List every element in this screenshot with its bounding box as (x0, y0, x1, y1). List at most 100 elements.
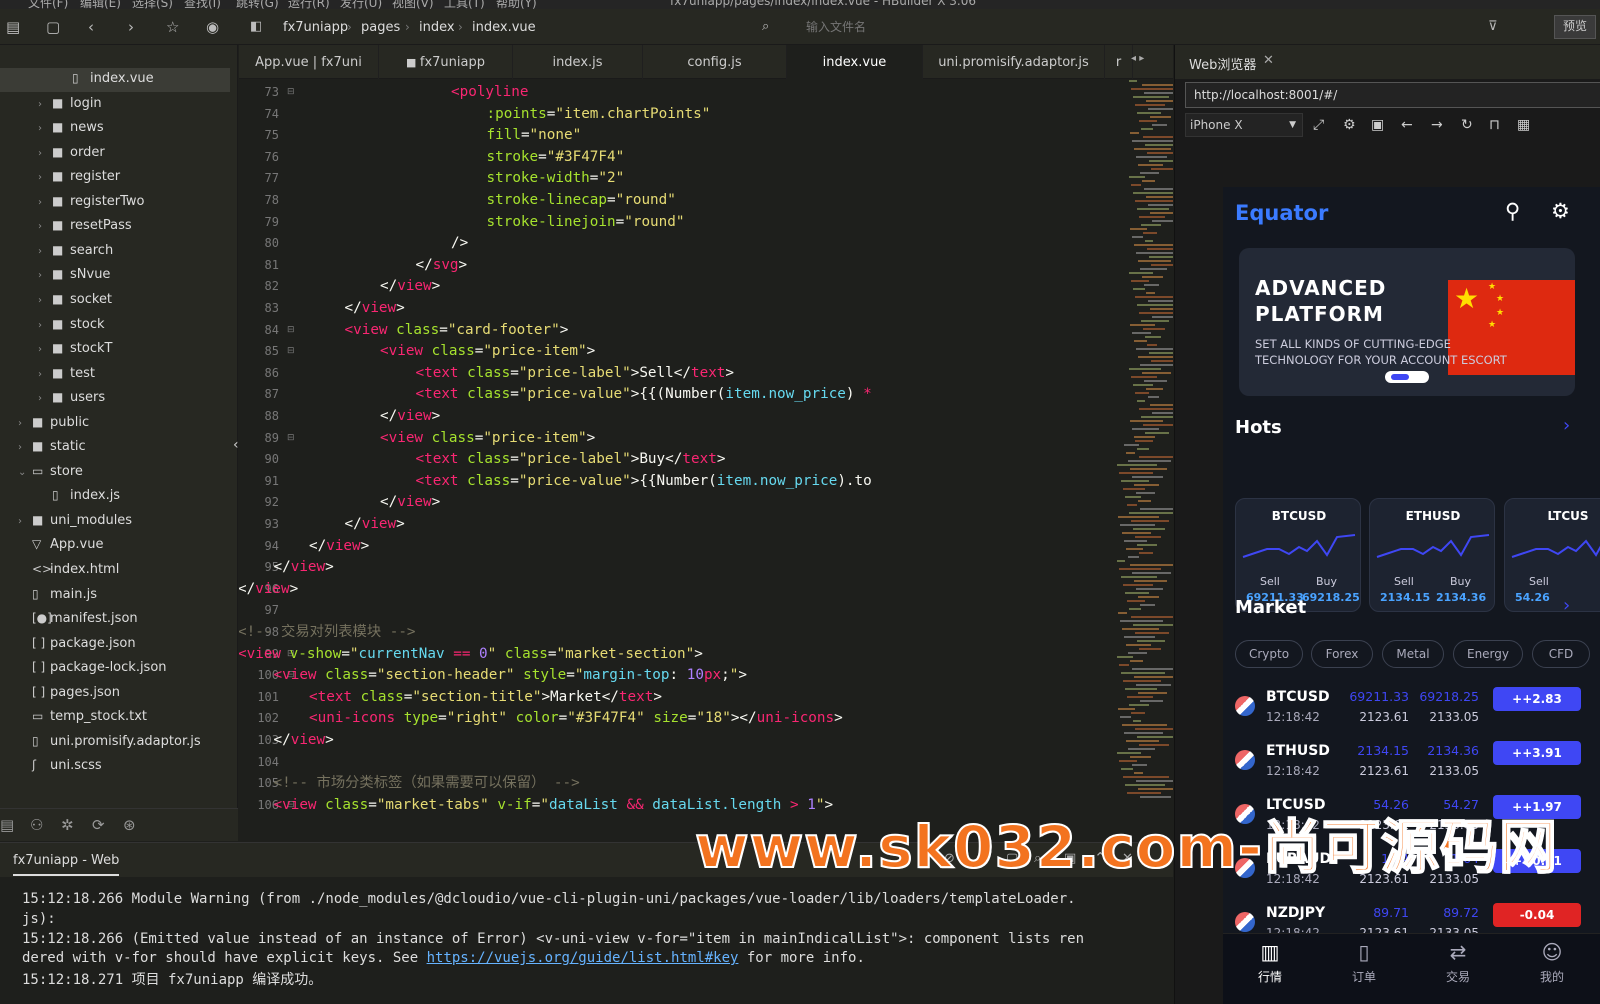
rotate-icon[interactable]: ⤢ (1313, 117, 1324, 133)
tree-item[interactable]: › ■ register (38, 164, 120, 188)
chevron-right-icon[interactable]: › (38, 363, 52, 387)
plugin-icon[interactable]: ⊛ (123, 816, 136, 834)
tree-item[interactable]: ▭ temp_stock.txt (18, 704, 147, 728)
tree-item[interactable]: ⌄ ▭ store (18, 459, 83, 483)
tree-item[interactable]: ▯ index.js (38, 483, 120, 507)
web-browser-tab[interactable]: Web浏览器 ✕ (1175, 45, 1600, 79)
menu-item[interactable]: 视图(V) (392, 0, 434, 9)
forward-icon[interactable]: → (1431, 117, 1443, 133)
console-link[interactable]: https://vuejs.org/guide/list.html#key (427, 950, 739, 966)
back-icon[interactable]: ‹ (88, 18, 94, 36)
tree-item[interactable]: › ■ stockT (38, 336, 112, 360)
lock-icon[interactable]: ⊓ (1489, 117, 1500, 133)
chevron-right-icon[interactable]: › (38, 264, 52, 288)
chevron-right-icon[interactable]: › (38, 142, 52, 166)
nav-quotes[interactable]: ▥ 行情 (1223, 934, 1317, 1004)
chevron-right-icon[interactable]: › (38, 117, 52, 141)
market-tab[interactable]: Crypto (1235, 640, 1303, 668)
chevron-down-icon[interactable]: ⌄ (18, 461, 32, 485)
chevron-right-icon[interactable]: › (38, 93, 52, 117)
market-tab[interactable]: Forex (1311, 640, 1373, 668)
market-tab[interactable]: Metal (1382, 640, 1444, 668)
console-tab[interactable]: fx7uniapp - Web (13, 853, 120, 876)
editor-tab[interactable]: index.js (513, 45, 643, 79)
chevron-right-icon[interactable]: › (38, 191, 52, 215)
settings-icon[interactable]: ⚙ (1343, 117, 1356, 133)
forward-icon[interactable]: › (128, 18, 134, 36)
breadcrumb-item[interactable]: pages (361, 20, 400, 35)
editor-tab[interactable]: App.vue | fx7uni (239, 45, 379, 79)
market-tab[interactable]: Energy (1453, 640, 1523, 668)
device-select[interactable]: iPhone X ▼ (1185, 113, 1303, 137)
project-manager-icon[interactable]: ▤ (0, 816, 14, 834)
editor-tab[interactable]: r (1105, 45, 1133, 79)
tab-scroll-icon[interactable]: ◂ ▸ (1131, 53, 1144, 64)
git-icon[interactable]: ⟳ (92, 816, 105, 834)
tree-item[interactable]: ▯ index.vue (58, 66, 154, 90)
star-icon[interactable]: ☆ (166, 18, 179, 36)
back-icon[interactable]: ← (1401, 117, 1413, 133)
filter-file-input[interactable] (784, 15, 1284, 39)
minimap[interactable] (1109, 80, 1173, 841)
breadcrumb-item[interactable]: index.vue (472, 20, 536, 35)
save-icon[interactable]: ▢ (46, 18, 60, 36)
tree-item[interactable]: › ■ test (38, 361, 95, 385)
hot-card[interactable]: ETHUSD Sell Buy 2134.15 2134.36 (1369, 498, 1495, 612)
gear-icon[interactable]: ⚙ (1551, 199, 1570, 223)
tree-item[interactable]: [ ] pages.json (18, 680, 120, 704)
tree-item[interactable]: › ■ registerTwo (38, 189, 145, 213)
editor-tab[interactable]: ■ fx7uniapp (379, 45, 513, 79)
market-row[interactable]: BTCUSD 12:18:42 69211.33 69218.25 2123.61 213… (1223, 684, 1600, 738)
chevron-right-icon[interactable]: › (38, 166, 52, 190)
tree-item[interactable]: › ■ stock (38, 312, 105, 336)
tree-item[interactable]: ▽ App.vue (18, 532, 103, 556)
menu-item[interactable]: 运行(R) (288, 0, 330, 9)
menu-item[interactable]: 选择(S) (132, 0, 173, 9)
file-explorer-icon[interactable]: ▤ (6, 18, 20, 36)
chevron-right-icon[interactable]: › (18, 436, 32, 460)
tree-item[interactable]: [ ] package.json (18, 631, 136, 655)
tree-item[interactable]: ▯ main.js (18, 582, 97, 606)
tree-item[interactable]: [●]manifest.json (18, 606, 138, 630)
tree-item[interactable]: › ■ users (38, 385, 105, 409)
url-input[interactable] (1185, 82, 1600, 108)
editor-tab[interactable]: uni.promisify.adaptor.js (923, 45, 1105, 79)
debug-icon[interactable]: ✲ (61, 816, 74, 834)
nav-orders[interactable]: ▯ 订单 (1317, 934, 1411, 1004)
menu-item[interactable]: 工具(T) (444, 0, 485, 9)
tree-item[interactable]: › ■ login (38, 91, 102, 115)
tree-item[interactable]: › ■ news (38, 115, 104, 139)
promo-banner[interactable]: ★ ★ ★ ★ ★ ADVANCED PLATFORM SET ALL KIND… (1239, 248, 1575, 396)
chevron-right-icon[interactable]: › (18, 510, 32, 534)
editor-tab[interactable]: index.vue (787, 45, 923, 79)
nav-profile[interactable]: ☺ 我的 (1505, 934, 1599, 1004)
menu-item[interactable]: 查找(I) (184, 0, 221, 9)
chevron-right-icon[interactable]: › (38, 338, 52, 362)
chevron-right-icon[interactable]: › (1563, 415, 1570, 436)
chevron-right-icon[interactable]: › (38, 387, 52, 411)
change-badge[interactable]: ++2.83 (1493, 687, 1581, 711)
preview-button[interactable]: 预览 (1554, 15, 1596, 39)
tree-item[interactable]: [ ] package-lock.json (18, 655, 167, 679)
tree-item[interactable]: › ■ order (38, 140, 105, 164)
extensions-icon[interactable]: ⚇ (30, 816, 43, 834)
breadcrumb-item[interactable]: index (419, 20, 455, 35)
change-badge[interactable]: -0.04 (1493, 903, 1581, 927)
tree-item[interactable]: › ■ public (18, 410, 89, 434)
market-row[interactable]: ETHUSD 12:18:42 2134.15 2134.36 2123.61 2133.… (1223, 738, 1600, 792)
tree-item[interactable]: › ■ static (18, 434, 86, 458)
chevron-right-icon[interactable]: › (38, 240, 52, 264)
devtools-icon[interactable]: ▣ (1371, 117, 1384, 133)
banner-pager[interactable] (1385, 371, 1429, 383)
qr-code-icon[interactable]: ▦ (1517, 117, 1530, 133)
menu-item[interactable]: 发行(U) (340, 0, 382, 9)
menu-item[interactable]: 文件(F) (28, 0, 68, 9)
menu-item[interactable]: 跳转(G) (236, 0, 279, 9)
menu-item[interactable]: 编辑(E) (80, 0, 121, 9)
tree-item[interactable]: › ■ search (38, 238, 113, 262)
close-icon[interactable]: ✕ (1263, 53, 1274, 68)
chevron-right-icon[interactable]: › (18, 412, 32, 436)
nav-trade[interactable]: ⇄ 交易 (1411, 934, 1505, 1004)
search-icon[interactable]: ⚲ (1505, 199, 1520, 223)
chevron-right-icon[interactable]: › (38, 289, 52, 313)
